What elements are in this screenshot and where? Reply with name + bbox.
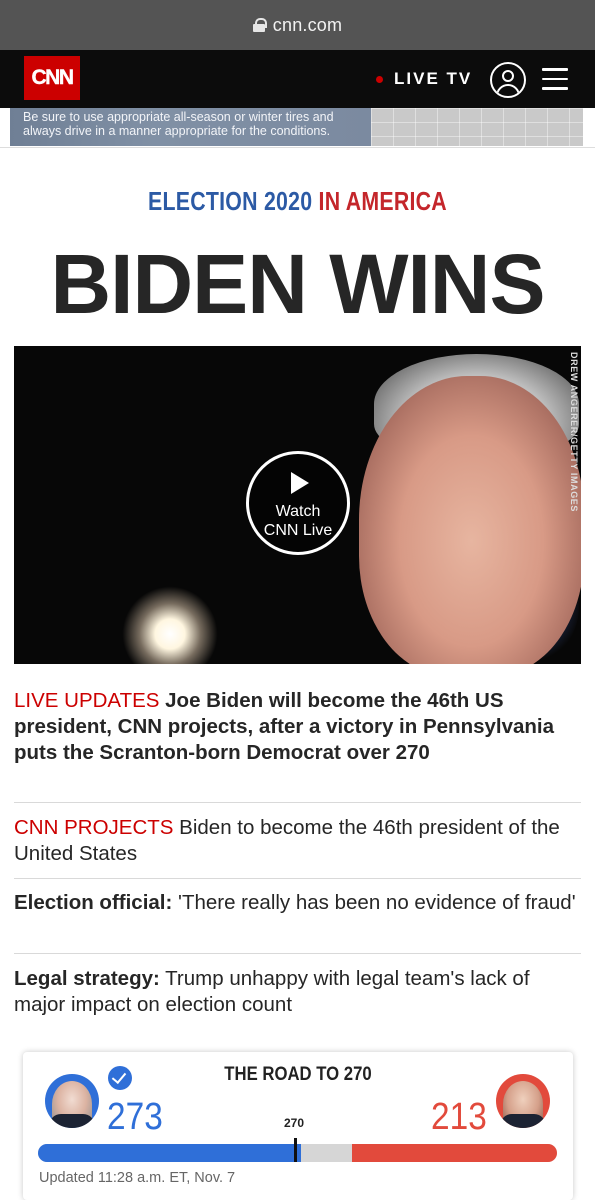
cnn-logo[interactable]: CNN [24,56,80,100]
rep-bar-fill [351,1144,557,1162]
photo-credit: DREW ANGERER/GETTY IMAGES [569,352,579,513]
threshold-marker [294,1138,297,1162]
story-live-updates[interactable]: LIVE UPDATES Joe Biden will become the 4… [14,688,581,766]
watch-live-button[interactable]: Watch CNN Live [246,451,350,555]
widget-title: THE ROAD TO 270 [224,1064,372,1085]
ad-banner[interactable]: Be sure to use appropriate all-season or… [0,108,595,148]
hero-image[interactable]: DREW ANGERER/GETTY IMAGES Watch CNN Live [14,346,581,664]
updated-timestamp: Updated 11:28 a.m. ET, Nov. 7 [39,1170,236,1186]
target-label: 270 [284,1116,305,1130]
divider [14,802,581,803]
live-dot-icon [376,76,383,83]
watch-label-line1: Watch [275,503,321,520]
divider [14,953,581,954]
rep-electoral-votes: 213 [431,1096,487,1138]
site-header: CNN LIVE TV [0,50,595,108]
story-tag: LIVE UPDATES [14,689,160,712]
kicker-election: ELECTION 2020 [148,186,313,216]
kicker-in-america: IN AMERICA [312,186,447,216]
trump-avatar [496,1074,550,1128]
hamburger-menu-icon[interactable] [542,68,568,90]
live-tv-link[interactable]: LIVE TV [394,69,472,89]
lock-icon [252,18,267,32]
ad-text: Be sure to use appropriate all-season or… [23,110,334,138]
story-cnn-projects[interactable]: CNN PROJECTS Biden to become the 46th pr… [14,815,581,867]
dem-bar-fill [38,1144,302,1162]
stage-light [122,586,218,664]
story-lead: Legal strategy: [14,967,160,990]
dem-electoral-votes: 273 [107,1096,163,1138]
play-icon [291,472,309,494]
road-to-270-widget[interactable]: THE ROAD TO 270 273 213 270 Updated 11:2… [23,1052,573,1200]
watch-label-line2: CNN Live [263,522,333,539]
story-legal-strategy[interactable]: Legal strategy: Trump unhappy with legal… [14,966,581,1018]
user-account-icon[interactable] [490,62,526,98]
portrait-face [359,376,581,664]
story-tag: CNN PROJECTS [14,816,174,839]
page-headline[interactable]: BIDEN WINS [0,236,595,333]
ad-map-image [371,108,583,146]
story-lead: Election official: [14,891,173,914]
ad-text-panel: Be sure to use appropriate all-season or… [10,108,371,146]
electoral-progress-bar [38,1144,557,1162]
story-text: 'There really has been no evidence of fr… [172,891,576,914]
address-bar[interactable]: cnn.com [0,0,595,50]
section-kicker[interactable]: ELECTION 2020 IN AMERICA [54,186,542,217]
divider [14,878,581,879]
story-election-official[interactable]: Election official: 'There really has bee… [14,890,581,916]
logo-text: CNN [31,66,74,89]
url-text[interactable]: cnn.com [273,15,342,36]
